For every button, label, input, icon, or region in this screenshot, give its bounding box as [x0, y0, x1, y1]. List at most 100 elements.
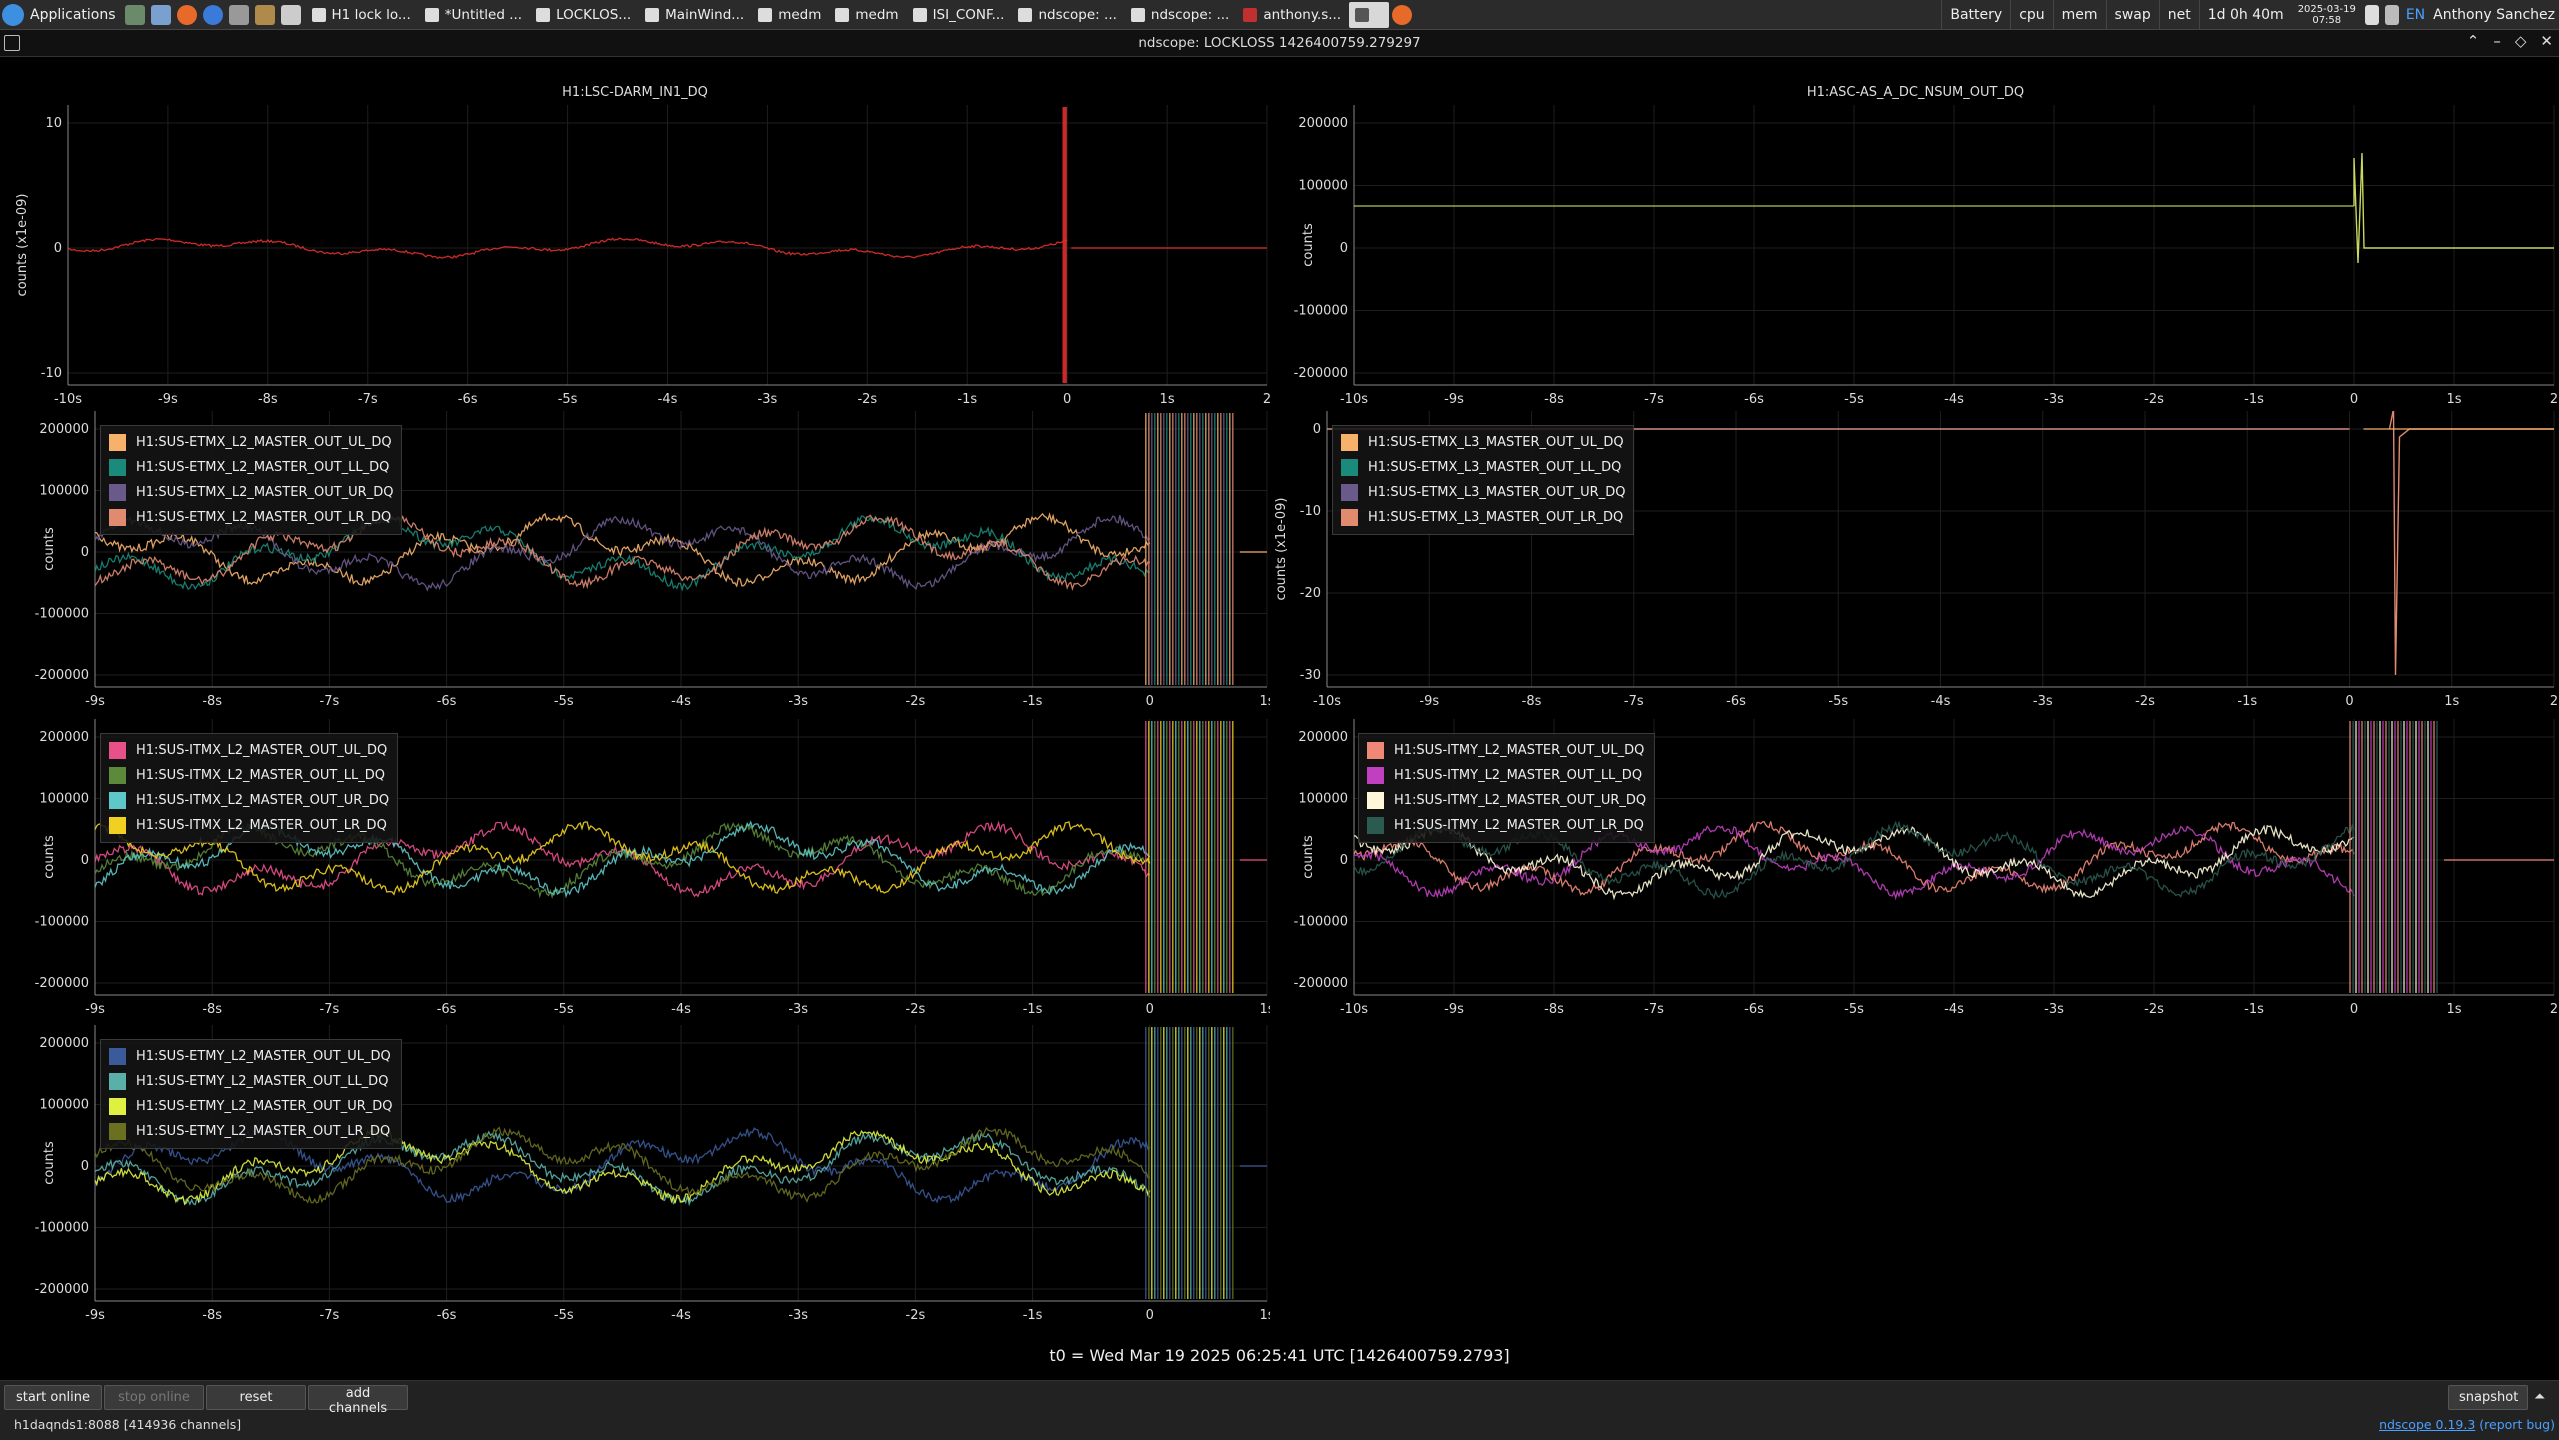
legend-item[interactable]: H1:SUS-ITMY_L2_MASTER_OUT_LL_DQ: [1367, 763, 1646, 788]
plot-canvas[interactable]: -10s -9s -8s -7s -6s -5s -4s -3s -2s -1s 0 1s 2 10 0 -1…: [0, 57, 1270, 419]
plot-4[interactable]: -10s -9s -8s -7s -6s -5s -4s -3s -2s -1s 0 1s 2 0 -10 -…: [1272, 411, 2559, 711]
legend-item[interactable]: H1:SUS-ETMX_L3_MASTER_OUT_UL_DQ: [1341, 430, 1625, 455]
task-item[interactable]: medm: [829, 2, 904, 28]
task-label: ndscope: ...: [1038, 6, 1117, 23]
plot-5[interactable]: -9s -8s -7s -6s -5s -4s -3s -2s -1s 0 1s 200000 1000…: [0, 719, 1270, 1019]
legend-item[interactable]: H1:SUS-ITMY_L2_MASTER_OUT_LR_DQ: [1367, 813, 1646, 838]
stop-online-button[interactable]: stop online: [104, 1385, 204, 1410]
x-tick-label: -2s: [2144, 1002, 2164, 1017]
folder-icon[interactable]: [150, 4, 171, 25]
tools-icon[interactable]: [254, 4, 275, 25]
terminal-icon[interactable]: [124, 4, 145, 25]
y-tick-label: -20: [1300, 586, 1321, 601]
start-online-button[interactable]: start online: [4, 1385, 102, 1410]
x-tick-label: -4s: [671, 1002, 691, 1017]
collapse-icon[interactable]: ⏶: [2534, 1389, 2545, 1405]
snapshot-button[interactable]: snapshot: [2448, 1385, 2528, 1410]
notification-icon[interactable]: [2384, 4, 2399, 25]
x-tick-label: 0: [2345, 694, 2353, 709]
language-indicator[interactable]: EN: [2402, 7, 2429, 23]
net-widget[interactable]: net: [2158, 0, 2199, 29]
legend-item[interactable]: H1:SUS-ITMY_L2_MASTER_OUT_UL_DQ: [1367, 738, 1646, 763]
legend-item[interactable]: H1:SUS-ETMX_L2_MASTER_OUT_LR_DQ: [109, 505, 393, 530]
x-tick-label: -4s: [1944, 1002, 1964, 1017]
y-tick-label: -200000: [35, 1282, 89, 1297]
legend-label: H1:SUS-ITMY_L2_MASTER_OUT_LR_DQ: [1394, 818, 1644, 833]
task-item[interactable]: ISI_CONF...: [907, 2, 1011, 28]
keep-above-icon[interactable]: ⌃: [2467, 32, 2480, 50]
task-item[interactable]: medm: [752, 2, 827, 28]
plot-legend[interactable]: H1:SUS-ETMY_L2_MASTER_OUT_UL_DQ H1:SUS-ET…: [100, 1039, 402, 1149]
legend-item[interactable]: H1:SUS-ITMX_L2_MASTER_OUT_UR_DQ: [109, 788, 389, 813]
x-tick-label: -7s: [1624, 694, 1644, 709]
x-tick-label: -1s: [1023, 1002, 1043, 1017]
window-menu-icon[interactable]: [4, 35, 20, 51]
plot-3[interactable]: -9s -8s -7s -6s -5s -4s -3s -2s -1s 0 1s 200000 1000…: [0, 411, 1270, 711]
plot-1[interactable]: -10s -9s -8s -7s -6s -5s -4s -3s -2s -1s 0 1s 2 10 0 -1…: [0, 57, 1270, 419]
editor-icon[interactable]: [280, 4, 301, 25]
legend-label: H1:SUS-ETMX_L2_MASTER_OUT_UL_DQ: [136, 435, 392, 450]
legend-item[interactable]: H1:SUS-ETMX_L2_MASTER_OUT_LL_DQ: [109, 455, 393, 480]
battery-widget[interactable]: Battery: [1941, 0, 2010, 29]
plot-legend[interactable]: H1:SUS-ETMX_L3_MASTER_OUT_UL_DQ H1:SUS-ET…: [1332, 425, 1635, 535]
plot-legend[interactable]: H1:SUS-ETMX_L2_MASTER_OUT_UL_DQ H1:SUS-ET…: [100, 425, 403, 535]
mem-widget[interactable]: mem: [2052, 0, 2106, 29]
plot-canvas[interactable]: -10s -9s -8s -7s -6s -5s -4s -3s -2s -1s 0 1s 2 20000…: [1272, 57, 2559, 419]
x-tick-label: 1s: [2446, 392, 2461, 407]
plot-legend[interactable]: H1:SUS-ITMY_L2_MASTER_OUT_UL_DQ H1:SUS-IT…: [1358, 733, 1656, 843]
plot-legend[interactable]: H1:SUS-ITMX_L2_MASTER_OUT_UL_DQ H1:SUS-IT…: [100, 733, 399, 843]
task-item[interactable]: LOCKLOS...: [530, 2, 637, 28]
legend-item[interactable]: H1:SUS-ITMX_L2_MASTER_OUT_LR_DQ: [109, 813, 389, 838]
x-tick-label: -8s: [202, 694, 222, 709]
task-item[interactable]: ndscope: ...: [1012, 2, 1122, 28]
reset-button[interactable]: reset: [206, 1385, 306, 1410]
task-item[interactable]: ndscope: ...: [1125, 2, 1235, 28]
firefox-icon[interactable]: [176, 4, 197, 25]
y-tick-label: -200000: [35, 668, 89, 683]
plot-6[interactable]: -10s -9s -8s -7s -6s -5s -4s -3s -2s -1s 0 1s 2 20000…: [1272, 719, 2559, 1019]
plot-2[interactable]: -10s -9s -8s -7s -6s -5s -4s -3s -2s -1s 0 1s 2 20000…: [1272, 57, 2559, 419]
task-item[interactable]: MainWind...: [639, 2, 750, 28]
legend-swatch: [1367, 767, 1384, 784]
legend-item[interactable]: H1:SUS-ETMY_L2_MASTER_OUT_LR_DQ: [109, 1119, 393, 1144]
task-item[interactable]: anthony.s...: [1237, 2, 1347, 28]
cpu-widget[interactable]: cpu: [2010, 0, 2052, 29]
legend-item[interactable]: H1:SUS-ITMX_L2_MASTER_OUT_LL_DQ: [109, 763, 389, 788]
version-link[interactable]: ndscope 0.19.3: [2379, 1417, 2475, 1432]
legend-item[interactable]: H1:SUS-ITMX_L2_MASTER_OUT_UL_DQ: [109, 738, 389, 763]
legend-item[interactable]: H1:SUS-ETMY_L2_MASTER_OUT_LL_DQ: [109, 1069, 393, 1094]
legend-item[interactable]: H1:SUS-ETMX_L3_MASTER_OUT_UR_DQ: [1341, 480, 1625, 505]
firefox-icon[interactable]: [1392, 4, 1413, 25]
swap-widget[interactable]: swap: [2105, 0, 2159, 29]
legend-item[interactable]: H1:SUS-ITMY_L2_MASTER_OUT_UR_DQ: [1367, 788, 1646, 813]
task-item[interactable]: *Untitled ...: [419, 2, 528, 28]
report-bug-link[interactable]: (report bug): [2479, 1417, 2555, 1432]
plot-7[interactable]: -9s -8s -7s -6s -5s -4s -3s -2s -1s 0 1s 200000 1000…: [0, 1025, 1270, 1325]
minimize-icon[interactable]: –: [2493, 32, 2501, 50]
share-icon[interactable]: [228, 4, 249, 25]
x-tick-label: -8s: [1544, 1002, 1564, 1017]
applications-menu[interactable]: Applications: [0, 0, 122, 29]
legend-item[interactable]: H1:SUS-ETMY_L2_MASTER_OUT_UL_DQ: [109, 1044, 393, 1069]
y-tick-label: -100000: [1294, 915, 1348, 930]
y-tick-label: 0: [1340, 853, 1348, 868]
maximize-icon[interactable]: ◇: [2515, 32, 2527, 50]
task-item[interactable]: H1 lock lo...: [306, 2, 417, 28]
task-label: ISI_CONF...: [932, 6, 1005, 23]
clock[interactable]: 2025-03-19 07:58: [2292, 4, 2362, 26]
system-tray: Battery cpu mem swap net 1d 0h 40m 2025-…: [1941, 0, 2559, 29]
legend-item[interactable]: H1:SUS-ETMX_L3_MASTER_OUT_LL_DQ: [1341, 455, 1625, 480]
task-item-active[interactable]: [1349, 1, 1390, 28]
add-channels-button[interactable]: add channels: [308, 1385, 408, 1416]
x-tick-label: -8s: [1522, 694, 1542, 709]
legend-item[interactable]: H1:SUS-ETMY_L2_MASTER_OUT_UR_DQ: [109, 1094, 393, 1119]
close-icon[interactable]: ✕: [2540, 32, 2553, 50]
legend-item[interactable]: H1:SUS-ETMX_L2_MASTER_OUT_UL_DQ: [109, 430, 393, 455]
legend-item[interactable]: H1:SUS-ETMX_L2_MASTER_OUT_UR_DQ: [109, 480, 393, 505]
legend-item[interactable]: H1:SUS-ETMX_L3_MASTER_OUT_LR_DQ: [1341, 505, 1625, 530]
browser-icon[interactable]: [202, 4, 223, 25]
lockloss-burst: [2349, 721, 2438, 993]
legend-swatch: [109, 1123, 126, 1140]
battery-icon[interactable]: [2364, 4, 2379, 25]
user-name[interactable]: Anthony Sanchez: [2429, 7, 2559, 23]
